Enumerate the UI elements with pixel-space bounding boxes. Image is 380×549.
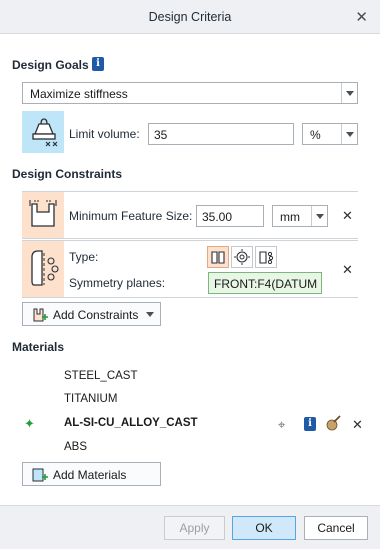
- material-info-icon[interactable]: i: [304, 417, 316, 431]
- add-materials-icon: [31, 466, 49, 487]
- limit-volume-label: Limit volume:: [69, 127, 140, 141]
- min-feature-size-unit-value: mm: [280, 210, 300, 224]
- mirror-symmetry-button[interactable]: [207, 246, 229, 268]
- limit-volume-input[interactable]: 35: [148, 123, 294, 145]
- design-goal-value: Maximize stiffness: [30, 87, 128, 101]
- material-center-icon[interactable]: ⌖: [278, 417, 285, 433]
- material-item-selected[interactable]: AL-SI-CU_ALLOY_CAST: [64, 417, 198, 429]
- limit-volume-icon: [22, 111, 64, 153]
- add-materials-label: Add Materials: [53, 468, 127, 482]
- info-icon[interactable]: i: [92, 57, 104, 71]
- selected-material-icon: ✦: [24, 416, 35, 431]
- design-goal-select[interactable]: Maximize stiffness: [22, 82, 358, 104]
- remove-min-feature-icon[interactable]: ✕: [342, 208, 353, 224]
- symmetry-constraint-icon: [22, 241, 64, 297]
- extrude-symmetry-button[interactable]: [255, 246, 277, 268]
- design-goals-heading: Design Goals: [12, 58, 89, 72]
- limit-volume-unit-value: %: [310, 128, 321, 142]
- symmetry-planes-collector[interactable]: FRONT:F4(DATUM P: [208, 272, 322, 294]
- add-constraints-icon: [31, 306, 49, 327]
- close-icon[interactable]: ✕: [355, 8, 368, 26]
- symmetry-planes-label: Symmetry planes:: [69, 276, 166, 290]
- remove-symmetry-icon[interactable]: ✕: [342, 262, 353, 278]
- material-item[interactable]: STEEL_CAST: [64, 370, 138, 382]
- min-feature-size-unit-select[interactable]: mm: [272, 205, 328, 227]
- material-item[interactable]: TITANIUM: [64, 393, 117, 405]
- dialog-titlebar: Design Criteria ✕: [0, 0, 380, 34]
- symmetry-type-buttons: [207, 246, 279, 268]
- min-feature-size-input[interactable]: 35.00: [196, 205, 264, 227]
- apply-button[interactable]: Apply: [164, 516, 225, 540]
- mirror-symmetry-icon: [211, 251, 225, 264]
- cyclic-symmetry-icon: [234, 249, 250, 265]
- dialog-title: Design Criteria: [148, 10, 232, 24]
- add-constraints-button[interactable]: Add Constraints: [22, 302, 161, 326]
- materials-heading: Materials: [12, 340, 65, 354]
- cyclic-symmetry-button[interactable]: [231, 246, 253, 268]
- ok-button[interactable]: OK: [232, 516, 296, 540]
- dialog-footer: Apply OK Cancel: [0, 505, 380, 549]
- material-appearance-icon[interactable]: [324, 414, 342, 435]
- cancel-button[interactable]: Cancel: [304, 516, 368, 540]
- type-label: Type:: [69, 250, 99, 264]
- min-feature-size-label: Minimum Feature Size:: [69, 209, 193, 223]
- chevron-down-icon: [341, 83, 357, 103]
- chevron-down-icon: [341, 124, 357, 144]
- extrude-symmetry-icon: [259, 251, 274, 265]
- limit-volume-unit-select[interactable]: %: [302, 123, 358, 145]
- chevron-down-icon: [311, 206, 327, 226]
- min-feature-size-icon: [22, 192, 64, 238]
- design-constraints-heading: Design Constraints: [12, 167, 123, 181]
- chevron-down-icon: [146, 312, 154, 317]
- add-constraints-label: Add Constraints: [53, 308, 139, 322]
- material-item[interactable]: ABS: [64, 441, 87, 453]
- remove-material-icon[interactable]: ✕: [352, 417, 363, 433]
- add-materials-button[interactable]: Add Materials: [22, 462, 161, 486]
